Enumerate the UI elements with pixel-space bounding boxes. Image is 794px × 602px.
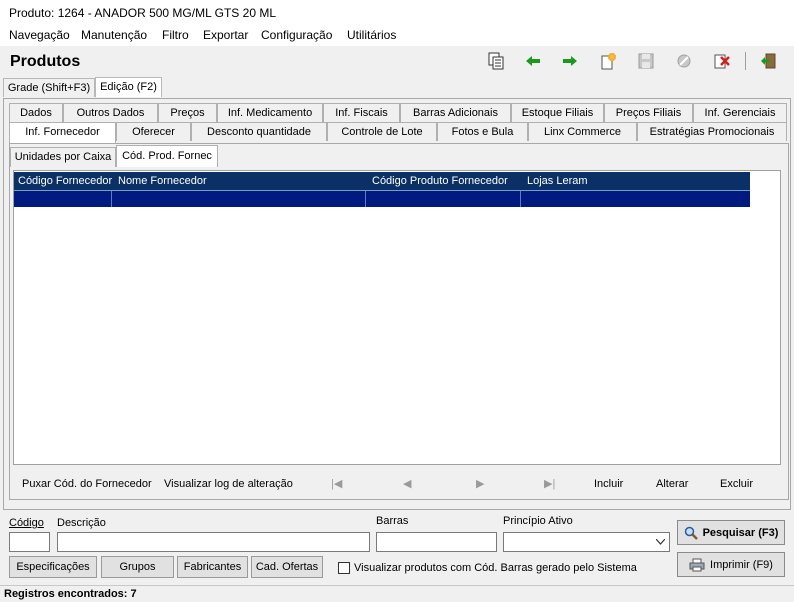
- table-cell[interactable]: [112, 191, 366, 207]
- tab-desconto-quantidade[interactable]: Desconto quantidade: [191, 122, 327, 141]
- table-cell[interactable]: [521, 191, 749, 207]
- column-header[interactable]: Nome Fornecedor: [118, 175, 207, 187]
- view-change-log-button[interactable]: Visualizar log de alteração: [164, 478, 293, 490]
- especificacoes-button[interactable]: Especificações: [9, 556, 97, 578]
- mode-tabs: Grade (Shift+F3) Edição (F2): [0, 77, 794, 98]
- barras-input[interactable]: [376, 532, 497, 552]
- first-record-icon[interactable]: |◀: [331, 477, 342, 490]
- pull-supplier-code-button[interactable]: Puxar Cód. do Fornecedor: [22, 478, 152, 490]
- tab-linx-commerce[interactable]: Linx Commerce: [528, 122, 637, 141]
- principio-ativo-label: Princípio Ativo: [503, 515, 573, 527]
- menu-utilitarios[interactable]: Utilitários: [347, 28, 396, 42]
- column-header[interactable]: Código Fornecedor: [18, 175, 112, 187]
- barras-sistema-label: Visualizar produtos com Cód. Barras gera…: [354, 562, 637, 574]
- save-icon: [634, 50, 658, 72]
- forward-arrow-icon[interactable]: [558, 50, 582, 72]
- imprimir-button[interactable]: Imprimir (F9): [677, 552, 785, 577]
- tab-dados[interactable]: Dados: [9, 103, 63, 122]
- table-row[interactable]: [14, 191, 750, 207]
- principio-ativo-select[interactable]: [503, 532, 670, 552]
- tab-inf-fornecedor[interactable]: Inf. Fornecedor: [9, 122, 116, 143]
- status-bar: Registros encontrados: 7: [0, 585, 794, 602]
- grid-header: Código Fornecedor Nome Fornecedor Código…: [14, 172, 750, 191]
- delete-button[interactable]: Excluir: [720, 478, 753, 490]
- codigo-label: Código: [9, 517, 44, 529]
- grupos-button[interactable]: Grupos: [101, 556, 174, 578]
- column-header[interactable]: Código Produto Fornecedor: [372, 175, 508, 187]
- column-header[interactable]: Lojas Leram: [527, 175, 588, 187]
- tab-inf-medicamento[interactable]: Inf. Medicamento: [217, 103, 323, 122]
- search-panel: Código Descrição Barras Princípio Ativo …: [0, 512, 794, 586]
- tab-precos[interactable]: Preços: [158, 103, 217, 122]
- tab-barras-adicionais[interactable]: Barras Adicionais: [400, 103, 511, 122]
- descricao-label: Descrição: [57, 517, 106, 529]
- tab-estoque-filiais[interactable]: Estoque Filiais: [511, 103, 604, 122]
- tab-oferecer[interactable]: Oferecer: [116, 122, 191, 141]
- fabricantes-button[interactable]: Fabricantes: [177, 556, 248, 578]
- tab-grade[interactable]: Grade (Shift+F3): [3, 78, 95, 97]
- table-cell[interactable]: [366, 191, 521, 207]
- tab-unidades-por-caixa[interactable]: Unidades por Caixa: [10, 147, 116, 167]
- copy-icon[interactable]: [484, 50, 508, 72]
- include-button[interactable]: Incluir: [594, 478, 623, 490]
- tab-estrategias-promocionais[interactable]: Estratégias Promocionais: [637, 122, 787, 141]
- prev-record-icon[interactable]: ◀: [403, 477, 411, 490]
- pesquisar-label: Pesquisar (F3): [702, 526, 779, 539]
- barras-label: Barras: [376, 515, 409, 527]
- tab-cod-prod-fornec[interactable]: Cód. Prod. Fornec: [116, 145, 218, 167]
- menu-navegacao[interactable]: Navegação: [9, 28, 70, 42]
- menu-bar: Navegação Manutenção Filtro Exportar Con…: [0, 24, 794, 46]
- menu-configuracao[interactable]: Configuração: [261, 28, 332, 42]
- printer-icon: [689, 558, 705, 571]
- descricao-input[interactable]: [57, 532, 370, 552]
- tab-controle-de-lote[interactable]: Controle de Lote: [327, 122, 437, 141]
- tab-precos-filiais[interactable]: Preços Filiais: [604, 103, 693, 122]
- imprimir-label: Imprimir (F9): [710, 558, 773, 571]
- exit-icon[interactable]: [756, 50, 780, 72]
- grid-action-bar: Puxar Cód. do Fornecedor Visualizar log …: [13, 472, 781, 496]
- fornecedor-grid[interactable]: Código Fornecedor Nome Fornecedor Código…: [13, 170, 781, 465]
- tab-fotos-e-bula[interactable]: Fotos e Bula: [437, 122, 528, 141]
- tab-edicao[interactable]: Edição (F2): [95, 77, 162, 97]
- delete-icon[interactable]: [710, 50, 734, 72]
- back-arrow-icon[interactable]: [521, 50, 545, 72]
- menu-manutencao[interactable]: Manutenção: [81, 28, 147, 42]
- next-record-icon[interactable]: ▶: [476, 477, 484, 490]
- codigo-input[interactable]: [9, 532, 50, 552]
- search-icon: [684, 526, 698, 540]
- tab-inf-gerenciais[interactable]: Inf. Gerenciais: [693, 103, 787, 122]
- header-toolbar: Produtos: [0, 46, 794, 76]
- cancel-icon: [672, 50, 696, 72]
- chevron-down-icon: [656, 539, 665, 545]
- barras-sistema-checkbox[interactable]: [338, 562, 350, 574]
- pesquisar-button[interactable]: Pesquisar (F3): [677, 520, 785, 545]
- tab-inf-fiscais[interactable]: Inf. Fiscais: [323, 103, 400, 122]
- toolbar-separator: [745, 52, 746, 70]
- table-cell[interactable]: [14, 191, 112, 207]
- new-icon[interactable]: [596, 50, 620, 72]
- window-title: Produto: 1264 - ANADOR 500 MG/ML GTS 20 …: [0, 0, 794, 24]
- cad-ofertas-button[interactable]: Cad. Ofertas: [251, 556, 323, 578]
- menu-filtro[interactable]: Filtro: [162, 28, 189, 42]
- menu-exportar[interactable]: Exportar: [203, 28, 248, 42]
- tab-outros-dados[interactable]: Outros Dados: [63, 103, 158, 122]
- page-title: Produtos: [10, 53, 81, 70]
- last-record-icon[interactable]: ▶|: [544, 477, 555, 490]
- edit-button[interactable]: Alterar: [656, 478, 688, 490]
